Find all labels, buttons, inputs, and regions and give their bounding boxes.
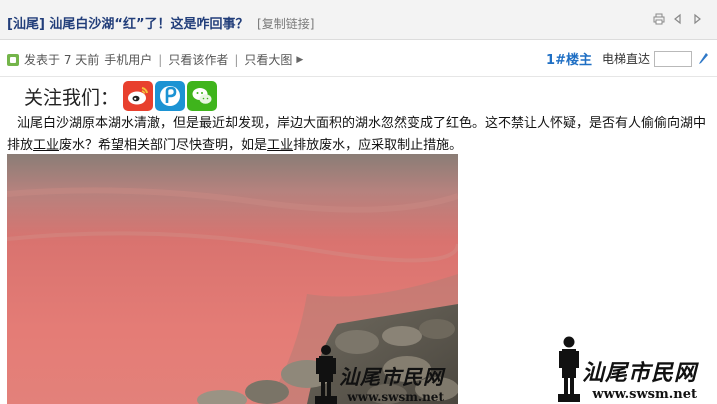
posted-time: 发表于 7 天前: [24, 53, 100, 67]
online-status-icon: [7, 53, 19, 66]
divider: |: [234, 52, 239, 67]
wechat-icon[interactable]: [187, 81, 218, 111]
keyword-link[interactable]: 工业: [33, 138, 59, 153]
watermark-url: www.swsm.net: [347, 390, 444, 404]
thread-title-text: 汕尾白沙湖“红”了！这是咋回事？: [49, 17, 249, 32]
author-bar-right: 1#楼主 电梯直达: [546, 49, 709, 68]
watermark-url: www.swsm.net: [592, 387, 698, 402]
thread-title-bar: [汕尾] 汕尾白沙湖“红”了！这是咋回事？ [复制链接]: [0, 0, 717, 40]
thread-tools: [653, 13, 703, 25]
divider: |: [158, 52, 163, 67]
tencent-weibo-icon[interactable]: [155, 81, 186, 111]
jump-floor-input[interactable]: [654, 50, 692, 67]
watermark-brand: 汕尾市民网: [339, 365, 444, 389]
prev-icon[interactable]: [672, 13, 684, 25]
caret-right-icon: ▶: [296, 54, 304, 65]
jump-label: 电梯直达: [601, 52, 650, 66]
page-watermark: 汕尾市民网 www.swsm.net: [556, 332, 697, 402]
keyword-link[interactable]: 工业: [267, 138, 293, 153]
statue-logo-icon: [315, 345, 337, 404]
copy-link[interactable]: [复制链接]: [257, 17, 314, 31]
floor-number[interactable]: 1#楼主: [546, 49, 592, 68]
post-device: 手机用户: [104, 53, 153, 67]
watermark-brand: 汕尾市民网: [582, 360, 698, 386]
weibo-icon[interactable]: [123, 81, 154, 111]
jump-go-icon[interactable]: [697, 52, 709, 66]
next-icon[interactable]: [691, 13, 703, 25]
photo-watermark: 汕尾市民网 www.swsm.net: [313, 340, 444, 404]
only-author-link[interactable]: 只看该作者: [168, 51, 228, 68]
post-text-part: 废水？希望相关部门尽快查明，如是: [59, 138, 268, 153]
print-icon[interactable]: [653, 13, 665, 25]
follow-label: 关注我们：: [24, 86, 120, 109]
statue-logo-icon: [558, 336, 580, 402]
author-bar-left: 发表于 7 天前 手机用户 | 只看该作者 | 只看大图 ▶: [7, 51, 303, 68]
only-images-link[interactable]: 只看大图: [244, 51, 292, 68]
thread-title: [汕尾] 汕尾白沙湖“红”了！这是咋回事？ [复制链接]: [7, 13, 314, 32]
post-text-part: 排放废水，应采取制止措施。: [293, 138, 463, 153]
thread-tag[interactable]: [汕尾]: [7, 17, 45, 32]
author-bar: 发表于 7 天前 手机用户 | 只看该作者 | 只看大图 ▶ 1#楼主 电梯直达: [0, 40, 717, 77]
follow-us: 关注我们：: [24, 81, 219, 111]
post-body-text: 汕尾白沙湖原本湖水清澈，但是最近却发现，岸边大面积的湖水忽然变成了红色。这不禁让…: [7, 113, 713, 157]
